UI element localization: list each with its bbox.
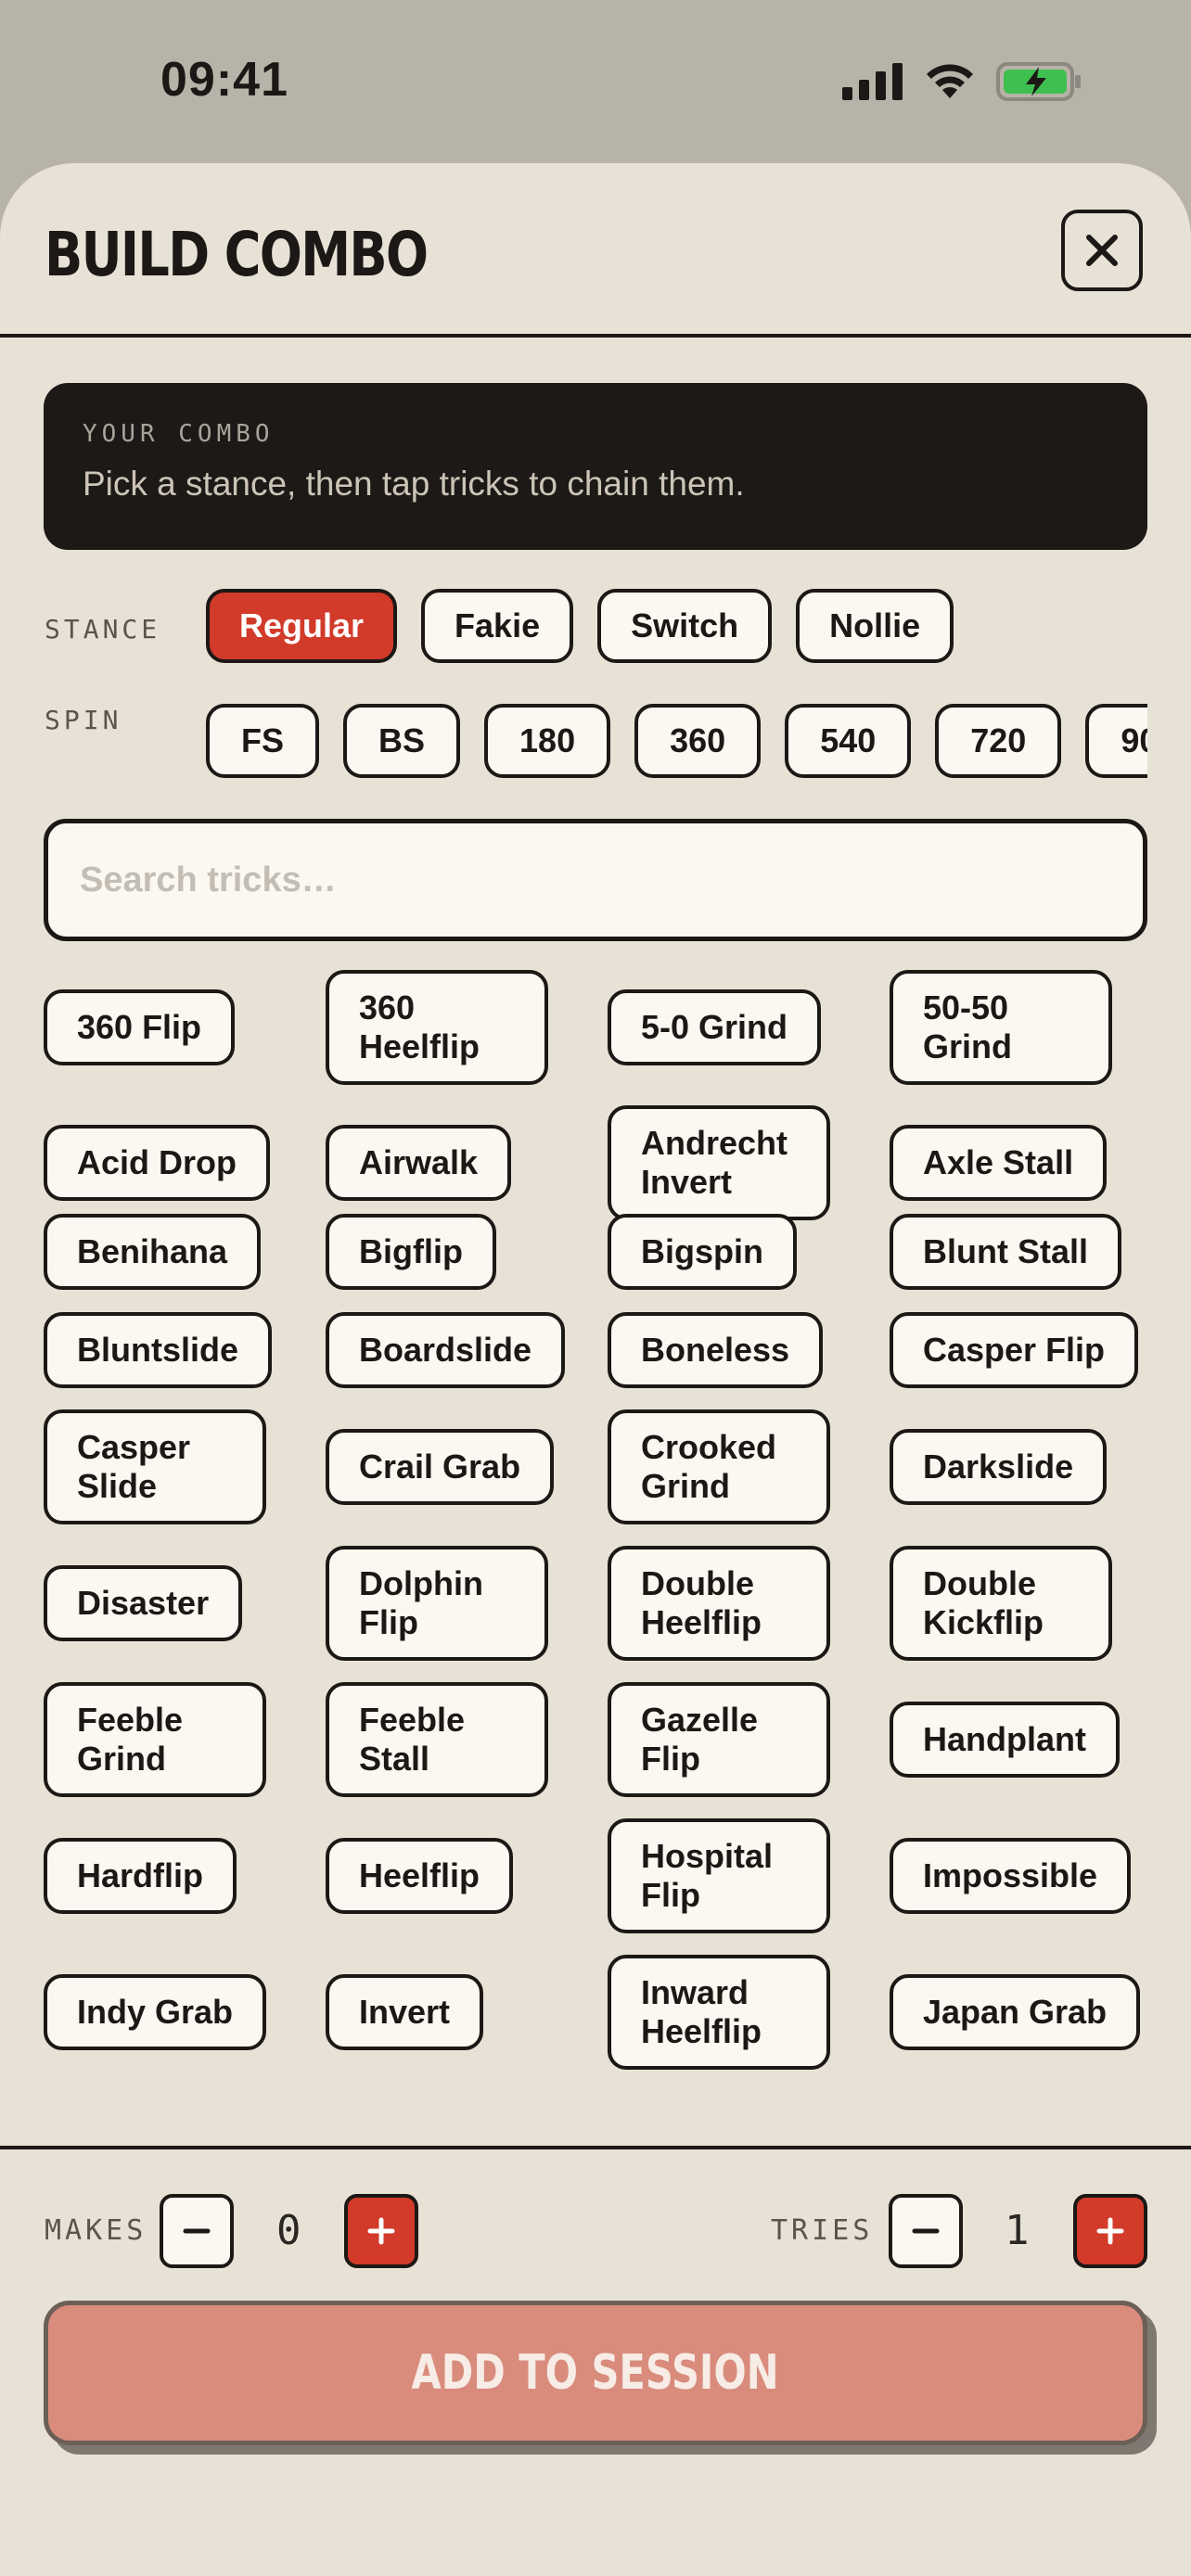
trick-row: Feeble Grind Feeble Stall Gazelle Flip H… xyxy=(44,1682,1191,1797)
minus-icon xyxy=(912,2228,940,2234)
spin-chip-720[interactable]: 720 xyxy=(935,704,1062,778)
trick-row: Casper Slide Crail Grab Crooked Grind Da… xyxy=(44,1409,1191,1524)
trick-chip[interactable]: Airwalk xyxy=(326,1125,512,1201)
stance-chip-switch[interactable]: Switch xyxy=(597,589,773,663)
trick-chip[interactable]: Invert xyxy=(326,1974,484,2050)
trick-row: 360 Flip 360 Heelflip 5-0 Grind 50-50 Gr… xyxy=(44,970,1191,1085)
trick-chip[interactable]: Darkslide xyxy=(890,1429,1108,1505)
add-to-session-label: ADD TO SESSION xyxy=(411,2345,780,2401)
stance-label: STANCE xyxy=(45,614,161,644)
trick-row: Bluntslide Boardslide Boneless Casper Fl… xyxy=(44,1311,1191,1389)
trick-chip[interactable]: 360 Flip xyxy=(44,989,236,1065)
stance-chip-nollie[interactable]: Nollie xyxy=(796,589,954,663)
trick-chip[interactable]: Casper Slide xyxy=(44,1409,266,1524)
trick-chip[interactable]: 360 Heelflip xyxy=(326,970,548,1085)
makes-increment-button[interactable] xyxy=(344,2194,418,2268)
trick-chip[interactable]: Double Heelflip xyxy=(608,1546,830,1661)
tries-decrement-button[interactable] xyxy=(889,2194,963,2268)
header-divider xyxy=(0,334,1191,338)
trick-row: Indy Grab Invert Inward Heelflip Japan G… xyxy=(44,1955,1191,2070)
trick-chip[interactable]: Benihana xyxy=(44,1214,262,1290)
trick-row: Disaster Dolphin Flip Double Heelflip Do… xyxy=(44,1546,1191,1661)
spin-chip-540[interactable]: 540 xyxy=(785,704,912,778)
trick-chip[interactable]: Crooked Grind xyxy=(608,1409,830,1524)
spin-label: SPIN xyxy=(45,705,122,735)
signal-icon xyxy=(842,63,903,100)
makes-count: 0 xyxy=(276,2207,301,2254)
plus-icon xyxy=(367,2217,395,2245)
close-button[interactable] xyxy=(1061,210,1143,291)
trick-chip[interactable]: Japan Grab xyxy=(890,1974,1141,2050)
search-input[interactable] xyxy=(44,819,1147,941)
tricks-grid: 360 Flip 360 Heelflip 5-0 Grind 50-50 Gr… xyxy=(0,970,1191,2309)
page-title: BUILD COMBO xyxy=(45,219,429,290)
tries-increment-button[interactable] xyxy=(1073,2194,1147,2268)
trick-chip[interactable]: Axle Stall xyxy=(890,1125,1108,1201)
minus-icon xyxy=(183,2228,211,2234)
status-time: 09:41 xyxy=(160,53,288,107)
spin-chip-180[interactable]: 180 xyxy=(484,704,611,778)
trick-chip[interactable]: Handplant xyxy=(890,1702,1120,1778)
spin-chip-360[interactable]: 360 xyxy=(634,704,762,778)
trick-chip[interactable]: Boardslide xyxy=(326,1312,566,1388)
tries-count: 1 xyxy=(1005,2207,1030,2254)
spin-chip-900[interactable]: 900 xyxy=(1085,704,1147,778)
trick-chip[interactable]: Blunt Stall xyxy=(890,1214,1121,1290)
trick-chip[interactable]: 5-0 Grind xyxy=(608,989,822,1065)
trick-chip[interactable]: Disaster xyxy=(44,1565,243,1641)
trick-chip[interactable]: Impossible xyxy=(890,1838,1132,1914)
trick-chip[interactable]: Acid Drop xyxy=(44,1125,271,1201)
tries-label: TRIES xyxy=(771,2214,874,2247)
combo-hint: Pick a stance, then tap tricks to chain … xyxy=(83,465,745,503)
trick-chip[interactable]: Inward Heelflip xyxy=(608,1955,830,2070)
trick-row: Benihana Bigflip Bigspin Blunt Stall xyxy=(44,1213,1191,1291)
trick-chip[interactable]: 50-50 Grind xyxy=(890,970,1112,1085)
trick-chip[interactable]: Crail Grab xyxy=(326,1429,555,1505)
battery-charging-icon xyxy=(996,62,1081,101)
close-icon xyxy=(1086,235,1118,266)
trick-chip[interactable]: Feeble Stall xyxy=(326,1682,548,1797)
combo-preview: YOUR COMBO Pick a stance, then tap trick… xyxy=(44,383,1147,550)
trick-chip[interactable]: Double Kickflip xyxy=(890,1546,1112,1661)
trick-chip[interactable]: Hardflip xyxy=(44,1838,237,1914)
spin-chip-bs[interactable]: BS xyxy=(343,704,461,778)
status-bar: 09:41 xyxy=(0,0,1191,158)
spin-chip-fs[interactable]: FS xyxy=(206,704,320,778)
trick-row: Acid Drop Airwalk Andrecht Invert Axle S… xyxy=(44,1105,1191,1220)
trick-chip[interactable]: Andrecht Invert xyxy=(608,1105,830,1220)
trick-chip[interactable]: Bigspin xyxy=(608,1214,797,1290)
trick-chip[interactable]: Dolphin Flip xyxy=(326,1546,548,1661)
trick-chip[interactable]: Indy Grab xyxy=(44,1974,267,2050)
trick-chip[interactable]: Gazelle Flip xyxy=(608,1682,830,1797)
plus-icon xyxy=(1096,2217,1124,2245)
stance-chip-fakie[interactable]: Fakie xyxy=(421,589,574,663)
trick-chip[interactable]: Hospital Flip xyxy=(608,1818,830,1933)
trick-chip[interactable]: Bigflip xyxy=(326,1214,496,1290)
stance-options: Regular Fakie Switch Nollie xyxy=(206,589,954,663)
trick-chip[interactable]: Casper Flip xyxy=(890,1312,1139,1388)
trick-chip[interactable]: Feeble Grind xyxy=(44,1682,266,1797)
makes-label: MAKES xyxy=(45,2214,147,2247)
combo-label: YOUR COMBO xyxy=(83,420,275,448)
trick-row: Hardflip Heelflip Hospital Flip Impossib… xyxy=(44,1818,1191,1933)
spin-scroller[interactable]: FS BS 180 360 540 720 900 xyxy=(206,704,1147,787)
trick-chip[interactable]: Heelflip xyxy=(326,1838,514,1914)
stance-chip-regular[interactable]: Regular xyxy=(206,589,398,663)
wifi-icon xyxy=(927,64,973,98)
trick-chip[interactable]: Bluntslide xyxy=(44,1312,273,1388)
add-to-session-button[interactable]: ADD TO SESSION xyxy=(44,2301,1147,2445)
trick-chip[interactable]: Boneless xyxy=(608,1312,824,1388)
makes-decrement-button[interactable] xyxy=(160,2194,234,2268)
